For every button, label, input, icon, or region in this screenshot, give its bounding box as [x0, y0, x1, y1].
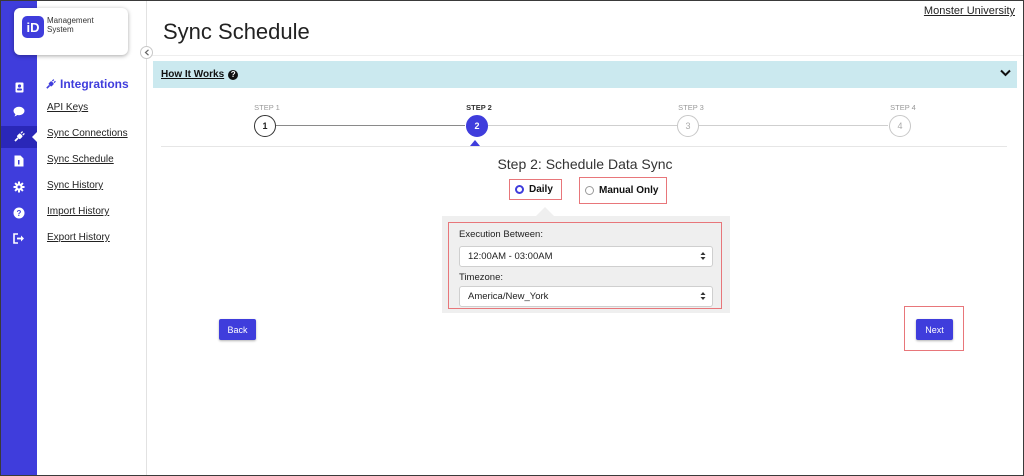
step-1-circle[interactable]: 1 — [254, 115, 276, 137]
subnav-item-api-keys[interactable]: API Keys — [47, 102, 88, 113]
subnav-item-import-history[interactable]: Import History — [47, 206, 109, 217]
timezone-value: America/New_York — [468, 291, 549, 302]
contacts-icon[interactable] — [1, 76, 37, 98]
execution-between-select[interactable]: 12:00AM - 03:00AM — [459, 246, 713, 267]
how-it-works-label[interactable]: How It Works — [161, 69, 224, 80]
subnav-title-label: Integrations — [60, 77, 129, 91]
execution-between-label: Execution Between: — [459, 229, 543, 240]
integrations-subnav: Integrations API Keys Sync Connections S… — [37, 1, 147, 475]
svg-text:?: ? — [17, 209, 22, 218]
select-arrows-icon — [700, 292, 706, 300]
logo-text: Management System — [47, 16, 94, 34]
step-label: STEP 3 — [678, 103, 704, 112]
collapse-sidebar-button[interactable] — [140, 46, 153, 59]
stepper-line — [487, 125, 677, 126]
manual-only-option[interactable]: Manual Only — [579, 177, 667, 204]
daily-option[interactable]: Daily — [509, 179, 562, 200]
daily-label[interactable]: Daily — [529, 184, 553, 195]
step-heading: Step 2: Schedule Data Sync — [497, 156, 673, 172]
help-icon: ? — [228, 69, 239, 80]
subnav-title: Integrations — [45, 77, 129, 91]
timezone-select[interactable]: America/New_York — [459, 286, 713, 307]
logo-mark: iD — [22, 16, 44, 38]
step-label: STEP 1 — [254, 103, 280, 112]
chevron-down-icon[interactable] — [1000, 69, 1011, 77]
subnav-item-sync-connections[interactable]: Sync Connections — [47, 128, 128, 139]
title-divider — [151, 55, 1023, 56]
chevron-left-icon — [144, 49, 149, 56]
select-arrows-icon — [700, 252, 706, 260]
step-label: STEP 4 — [890, 103, 916, 112]
app-window: ? iD Management System Integrations API … — [0, 0, 1024, 476]
timezone-label: Timezone: — [459, 272, 503, 283]
panel-pointer — [536, 207, 554, 216]
page-title: Sync Schedule — [163, 19, 310, 44]
manual-only-label[interactable]: Manual Only — [599, 185, 658, 196]
step-3-circle[interactable]: 3 — [677, 115, 699, 137]
step-2-circle[interactable]: 2 — [466, 115, 488, 137]
subnav-item-sync-history[interactable]: Sync History — [47, 180, 103, 191]
sign-out-icon[interactable] — [1, 227, 37, 249]
brand-logo[interactable]: iD Management System — [14, 8, 128, 55]
daily-radio[interactable] — [515, 185, 524, 194]
plug-icon — [46, 78, 56, 89]
icon-rail: ? — [1, 1, 38, 475]
help-icon[interactable]: ? — [1, 202, 37, 224]
organization-link[interactable]: Monster University — [924, 5, 1015, 17]
stepper-line — [699, 125, 888, 126]
stepper-divider — [161, 146, 1007, 147]
next-button[interactable]: Next — [916, 319, 953, 340]
schedule-form: Execution Between: 12:00AM - 03:00AM Tim… — [448, 222, 722, 309]
subnav-item-export-history[interactable]: Export History — [47, 232, 110, 243]
manual-only-radio[interactable] — [585, 186, 594, 195]
chat-icon[interactable] — [1, 100, 37, 122]
gear-icon[interactable] — [1, 176, 37, 198]
stepper-line — [276, 125, 465, 126]
step-4-circle[interactable]: 4 — [889, 115, 911, 137]
how-it-works-bar[interactable]: How It Works ? — [153, 61, 1017, 88]
step-label: STEP 2 — [466, 103, 492, 112]
back-button[interactable]: Back — [219, 319, 256, 340]
schedule-panel: Execution Between: 12:00AM - 03:00AM Tim… — [442, 216, 730, 313]
execution-between-value: 12:00AM - 03:00AM — [468, 251, 553, 262]
